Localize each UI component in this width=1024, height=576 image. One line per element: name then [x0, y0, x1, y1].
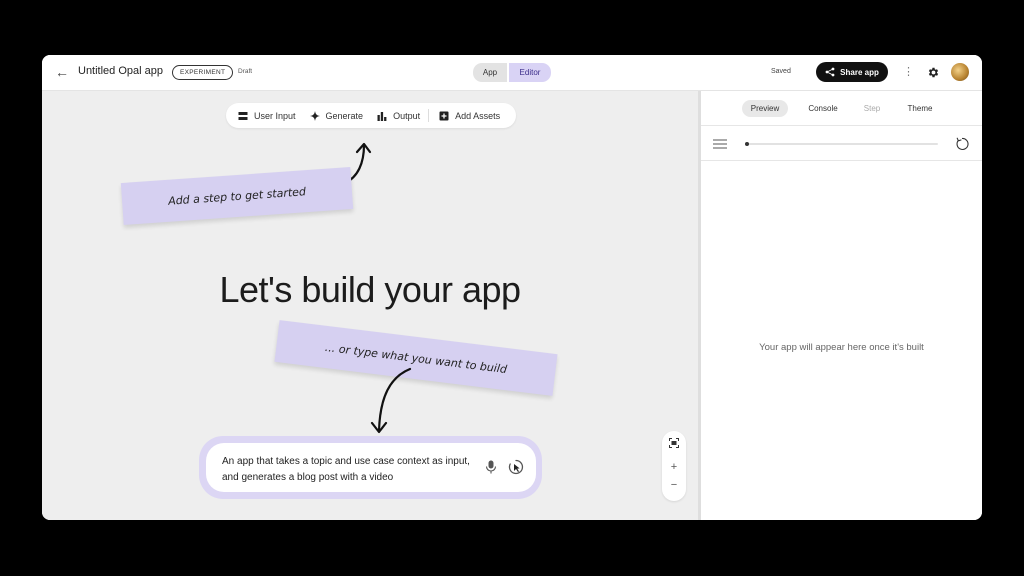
editor-mode-button[interactable]: Editor [509, 63, 551, 82]
output-label: Output [393, 110, 421, 121]
output-button[interactable]: Output [377, 103, 420, 128]
tab-console[interactable]: Console [800, 100, 846, 117]
share-app-label: Share app [840, 67, 879, 77]
app-title[interactable]: Untitled Opal app [78, 65, 163, 77]
zoom-out-button[interactable]: − [662, 479, 686, 491]
step-toolbar: User Input Generate Output Add Assets [226, 103, 516, 128]
zoom-in-button[interactable]: + [662, 461, 686, 473]
output-chart-icon [377, 111, 387, 121]
share-icon [825, 67, 835, 77]
user-input-label: User Input [254, 110, 296, 121]
page-title: Let's build your app [219, 269, 521, 310]
menu-icon[interactable] [713, 139, 727, 149]
generate-label: Generate [325, 110, 364, 121]
tab-preview[interactable]: Preview [742, 100, 788, 117]
prompt-text[interactable]: An app that takes a topic and use case c… [222, 454, 472, 486]
preview-tabs: Preview Console Step Theme [701, 91, 982, 126]
user-input-button[interactable]: User Input [238, 103, 296, 128]
fit-screen-icon [669, 438, 679, 448]
arrow-left-icon: ← [55, 64, 69, 80]
progress-indicator [745, 142, 749, 146]
user-input-icon [238, 111, 248, 120]
microphone-icon[interactable] [485, 460, 497, 474]
add-step-note: Add a step to get started [120, 167, 354, 225]
add-assets-button[interactable]: Add Assets [439, 103, 500, 128]
add-box-icon [439, 111, 449, 120]
back-button[interactable]: ← [54, 64, 70, 80]
avatar[interactable] [951, 63, 969, 81]
editor-canvas[interactable]: User Input Generate Output Add Assets Ad… [42, 91, 698, 520]
more-vertical-icon: ⋮ [903, 66, 914, 78]
app-mode-button[interactable]: App [473, 63, 507, 82]
tab-theme[interactable]: Theme [899, 100, 941, 117]
header-bar: ← Untitled Opal app EXPERIMENT Draft App… [42, 55, 982, 91]
generate-button[interactable]: Generate [309, 103, 364, 128]
add-assets-label: Add Assets [455, 110, 501, 121]
zoom-controls: + − [662, 431, 686, 501]
submit-spinner-icon[interactable] [508, 459, 524, 475]
fit-screen-button[interactable] [662, 438, 686, 451]
arrow-down-icon [370, 367, 412, 434]
sparkle-icon [309, 110, 320, 121]
draft-status: Draft [238, 68, 253, 75]
app-window: ← Untitled Opal app EXPERIMENT Draft App… [42, 55, 982, 520]
empty-state-message: Your app will appear here once it's buil… [759, 342, 924, 353]
more-button[interactable]: ⋮ [903, 65, 914, 78]
refresh-icon[interactable] [955, 137, 969, 151]
save-status: Saved [771, 68, 791, 75]
gear-icon [928, 67, 938, 77]
tab-step[interactable]: Step [853, 100, 891, 117]
experiment-badge: EXPERIMENT [172, 65, 234, 80]
type-prompt-note: ... or type what you want to build [274, 320, 558, 396]
share-app-button[interactable]: Share app [816, 62, 888, 82]
progress-track [745, 143, 938, 145]
toolbar-divider [428, 109, 430, 122]
settings-button[interactable] [926, 65, 940, 79]
preview-panel: Preview Console Step Theme Your app will… [701, 91, 982, 520]
preview-controls [701, 126, 982, 161]
